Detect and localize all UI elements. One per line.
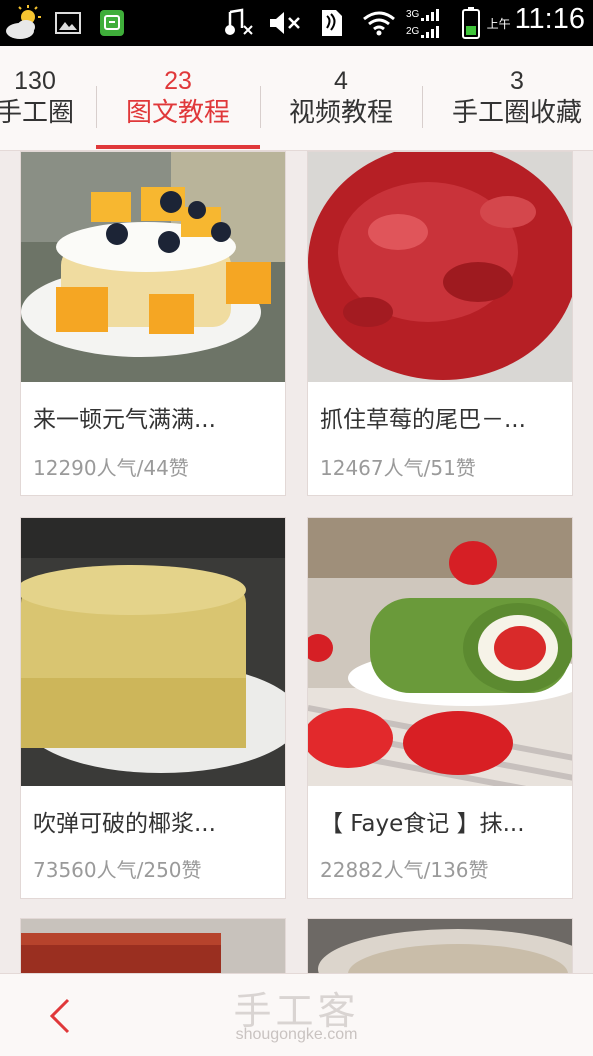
tab-label: 手工圈收藏 — [451, 98, 582, 128]
mango-cake-thumbnail — [21, 152, 285, 382]
image-icon — [54, 5, 82, 41]
music-muted-icon — [222, 5, 256, 41]
tab-count: 3 — [510, 67, 524, 95]
red-velvet-thumbnail — [21, 919, 285, 977]
card-stats: 12290人气/44赞 — [33, 456, 189, 480]
bowl-dessert-thumbnail — [308, 919, 572, 977]
tab-label: 视频教程 — [288, 98, 393, 128]
tutorial-card[interactable]: 吹弹可破的椰浆... 73560人气/250赞 — [20, 517, 286, 899]
network-2g-label: 2G — [406, 26, 420, 37]
card-title: 来一顿元气满满... — [33, 407, 216, 433]
active-tab-indicator — [96, 145, 260, 149]
coconut-cake-thumbnail — [21, 518, 285, 786]
weather-cloud-sun-icon — [4, 5, 44, 41]
tab-count: 4 — [334, 67, 348, 95]
tab-favorites[interactable]: 3 手工圈收藏 — [422, 46, 593, 150]
tutorial-card[interactable] — [307, 918, 573, 978]
time-value: 11:16 — [514, 3, 585, 35]
wifi-icon — [362, 5, 396, 41]
card-stats: 22882人气/136赞 — [320, 858, 489, 882]
shield-app-icon — [98, 5, 126, 41]
tab-video-tutorials[interactable]: 4 视频教程 — [260, 46, 422, 150]
tab-photo-tutorials[interactable]: 23 图文教程 — [96, 46, 260, 150]
network-3g-label: 3G — [406, 9, 420, 20]
time-prefix: 上午 — [486, 17, 511, 31]
volume-muted-icon — [268, 5, 302, 41]
card-stats: 12467人气/51赞 — [320, 456, 476, 480]
tutorial-card[interactable] — [20, 918, 286, 978]
strawberry-jam-thumbnail — [308, 152, 572, 382]
card-title: 【 Faye食记 】抹... — [320, 811, 525, 837]
signal-icon: 3G 2G — [406, 5, 450, 41]
tab-count: 130 — [14, 67, 56, 95]
tab-count: 23 — [164, 67, 192, 95]
bottom-bar: 手工客 shougongke.com — [0, 973, 593, 1056]
status-bar: 3G 2G 上午 11:16 — [0, 0, 593, 46]
tab-label: 手工圈 — [0, 98, 74, 128]
tutorial-card[interactable]: 【 Faye食记 】抹... 22882人气/136赞 — [307, 517, 573, 899]
tutorial-card[interactable]: 来一顿元气满满... 12290人气/44赞 — [20, 151, 286, 496]
nfc-icon — [318, 5, 346, 41]
tab-bar: 130 手工圈 23 图文教程 4 视频教程 3 手工圈收藏 — [0, 46, 593, 151]
card-title: 抓住草莓的尾巴－... — [320, 407, 526, 433]
battery-icon — [460, 5, 482, 41]
brand-url: shougongke.com — [235, 1026, 358, 1043]
tutorial-card[interactable]: 抓住草莓的尾巴－... 12467人气/51赞 — [307, 151, 573, 496]
status-clock: 上午 11:16 — [487, 3, 585, 36]
matcha-roll-thumbnail — [308, 518, 572, 786]
card-title: 吹弹可破的椰浆... — [33, 811, 216, 837]
tab-label: 图文教程 — [125, 98, 230, 128]
tab-handcraft-circle[interactable]: 130 手工圈 — [0, 46, 90, 150]
card-stats: 73560人气/250赞 — [33, 858, 202, 882]
